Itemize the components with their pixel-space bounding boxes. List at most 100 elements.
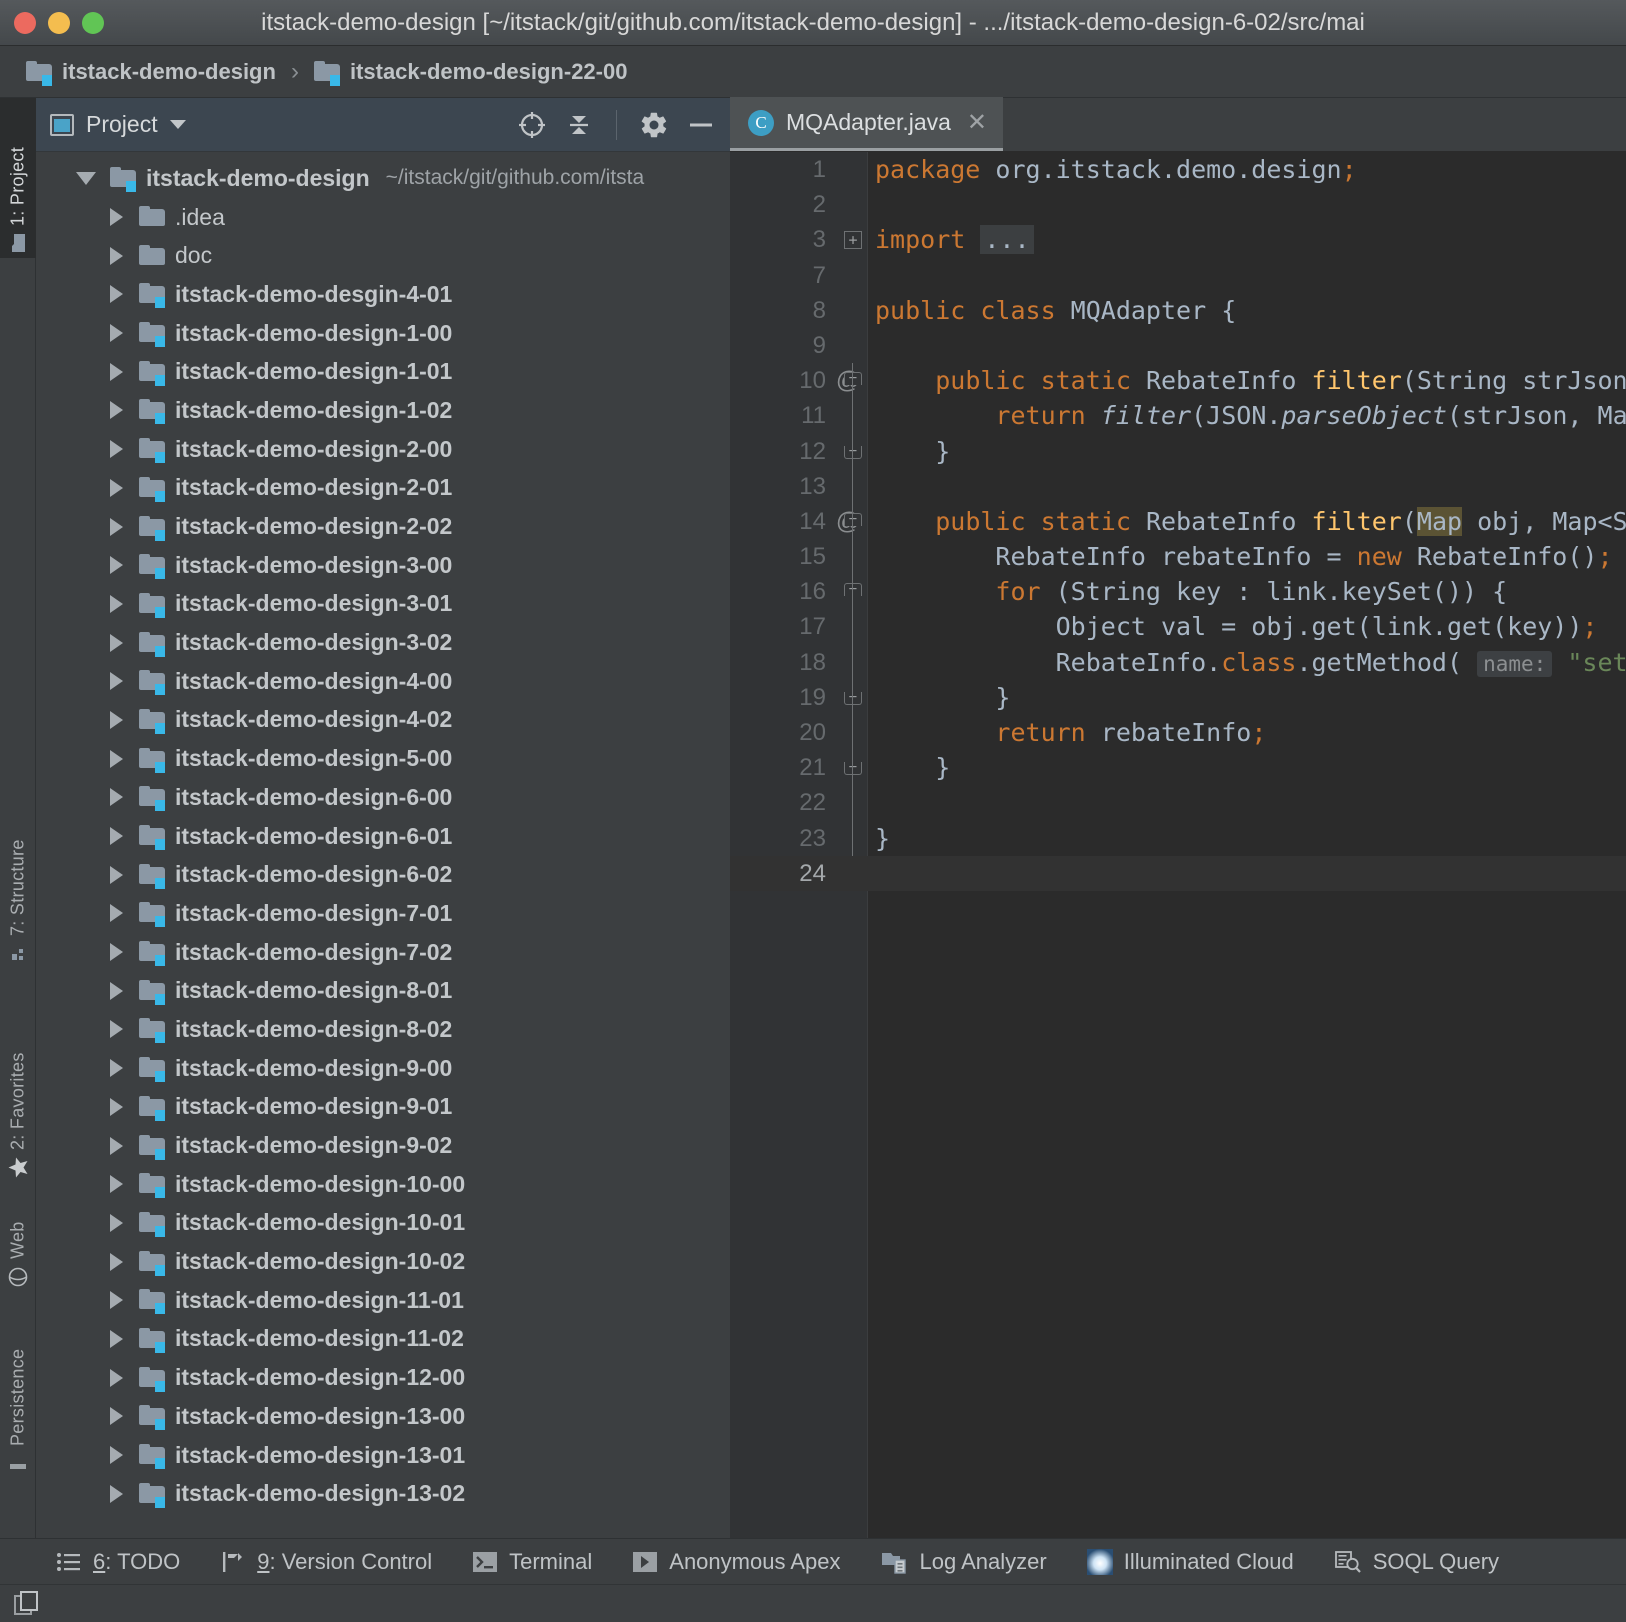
tree-row[interactable]: itstack-demo-design-6-00 bbox=[36, 778, 730, 817]
code-line[interactable]: 15 RebateInfo rebateInfo = new RebateInf… bbox=[730, 539, 1626, 575]
bottom-tool-button-soql-query[interactable]: SOQL Query bbox=[1334, 1549, 1499, 1575]
code-line[interactable]: 11 return filter(JSON.parseObject(strJso… bbox=[730, 398, 1626, 434]
code-line[interactable]: 20 return rebateInfo; bbox=[730, 715, 1626, 751]
chevron-right-icon[interactable] bbox=[110, 865, 123, 884]
bottom-tool-button-log-analyzer[interactable]: Log Analyzer bbox=[881, 1549, 1047, 1575]
chevron-right-icon[interactable] bbox=[110, 672, 123, 691]
scroll-from-source-icon[interactable] bbox=[517, 110, 547, 140]
chevron-right-icon[interactable] bbox=[110, 324, 123, 343]
chevron-right-icon[interactable] bbox=[110, 1136, 123, 1155]
tree-row[interactable]: itstack-demo-design-1-00 bbox=[36, 314, 730, 353]
chevron-right-icon[interactable] bbox=[110, 1484, 123, 1503]
chevron-right-icon[interactable] bbox=[110, 1329, 123, 1348]
bottom-tool-button-terminal[interactable]: Terminal bbox=[472, 1549, 592, 1575]
sidebar-item-persistence[interactable]: Persistence bbox=[0, 1298, 36, 1478]
tree-row[interactable]: itstack-demo-design-2-00 bbox=[36, 430, 730, 469]
chevron-right-icon[interactable] bbox=[110, 401, 123, 420]
tree-row[interactable]: itstack-demo-design-13-02 bbox=[36, 1474, 730, 1513]
chevron-right-icon[interactable] bbox=[110, 710, 123, 729]
code-line[interactable]: 23} bbox=[730, 820, 1626, 856]
chevron-right-icon[interactable] bbox=[110, 556, 123, 575]
tree-row[interactable]: doc bbox=[36, 236, 730, 275]
tree-row[interactable]: itstack-demo-design-7-02 bbox=[36, 933, 730, 972]
code-line[interactable]: 7 bbox=[730, 258, 1626, 293]
tree-row[interactable]: itstack-demo-design-3-01 bbox=[36, 585, 730, 624]
chevron-right-icon[interactable] bbox=[110, 1020, 123, 1039]
tree-row[interactable]: itstack-demo-design-10-01 bbox=[36, 1204, 730, 1243]
minimize-button[interactable] bbox=[48, 11, 70, 34]
sidebar-item-web[interactable]: Web bbox=[0, 1188, 36, 1293]
tree-row[interactable]: itstack-demo-design-2-02 bbox=[36, 507, 730, 546]
project-view-selector[interactable]: Project bbox=[50, 111, 186, 138]
fold-collapse-icon[interactable]: − bbox=[844, 582, 862, 597]
chevron-down-icon[interactable] bbox=[76, 171, 96, 185]
chevron-right-icon[interactable] bbox=[110, 1252, 123, 1271]
chevron-right-icon[interactable] bbox=[110, 904, 123, 923]
window-controls[interactable] bbox=[0, 11, 104, 34]
bottom-tool-button-6-todo[interactable]: 6: TODO bbox=[56, 1549, 180, 1575]
chevron-right-icon[interactable] bbox=[110, 1059, 123, 1078]
tree-row[interactable]: itstack-demo-design-4-02 bbox=[36, 701, 730, 740]
tree-row[interactable]: itstack-demo-design-8-02 bbox=[36, 1010, 730, 1049]
tree-row[interactable]: itstack-demo-design-12-00 bbox=[36, 1358, 730, 1397]
chevron-right-icon[interactable] bbox=[110, 208, 123, 227]
tree-row[interactable]: itstack-demo-design-7-01 bbox=[36, 894, 730, 933]
sidebar-item-favorites[interactable]: 2: Favorites bbox=[0, 998, 36, 1183]
fold-expand-icon[interactable]: + bbox=[844, 231, 862, 250]
project-tree[interactable]: itstack-demo-design ~/itstack/git/github.… bbox=[36, 152, 730, 1513]
fold-collapse-icon[interactable]: − bbox=[844, 512, 862, 526]
chevron-right-icon[interactable] bbox=[110, 1291, 123, 1310]
chevron-right-icon[interactable] bbox=[110, 362, 123, 381]
chevron-right-icon[interactable] bbox=[110, 285, 123, 304]
code-line[interactable]: 14@− public static RebateInfo filter(Map… bbox=[730, 503, 1626, 540]
tree-row[interactable]: itstack-demo-design-10-00 bbox=[36, 1165, 730, 1204]
bottom-tool-button-illuminated-cloud[interactable]: Illuminated Cloud bbox=[1086, 1548, 1294, 1575]
tree-row[interactable]: itstack-demo-design-9-02 bbox=[36, 1126, 730, 1165]
tree-row[interactable]: itstack-demo-design-4-00 bbox=[36, 662, 730, 701]
tree-row[interactable]: itstack-demo-design-8-01 bbox=[36, 971, 730, 1010]
code-line[interactable]: 17 Object val = obj.get(link.get(key)); bbox=[730, 609, 1626, 645]
chevron-right-icon[interactable] bbox=[110, 749, 123, 768]
chevron-right-icon[interactable] bbox=[110, 440, 123, 459]
code-line[interactable]: 8 public class MQAdapter { bbox=[730, 293, 1626, 328]
toggle-tool-windows-icon[interactable] bbox=[14, 1590, 40, 1617]
fold-end-icon[interactable]: − bbox=[844, 444, 862, 459]
chevron-right-icon[interactable] bbox=[110, 827, 123, 846]
tree-row[interactable]: itstack-demo-design-13-01 bbox=[36, 1436, 730, 1475]
breadcrumb-item-project[interactable]: itstack-demo-design bbox=[26, 59, 276, 86]
breadcrumb-item-module[interactable]: itstack-demo-design-22-00 bbox=[313, 59, 627, 86]
tree-row[interactable]: itstack-demo-design-13-00 bbox=[36, 1397, 730, 1436]
tree-row[interactable]: itstack-demo-design-1-02 bbox=[36, 391, 730, 430]
chevron-right-icon[interactable] bbox=[110, 788, 123, 807]
bottom-tool-button-9-version-control[interactable]: 9: Version Control bbox=[220, 1549, 432, 1575]
chevron-right-icon[interactable] bbox=[110, 1407, 123, 1426]
chevron-right-icon[interactable] bbox=[110, 981, 123, 1000]
sidebar-item-project[interactable]: 1: Project bbox=[0, 98, 36, 258]
fold-collapse-icon[interactable]: − bbox=[844, 371, 862, 386]
close-icon[interactable]: ✕ bbox=[963, 110, 987, 135]
sidebar-item-structure[interactable]: 7: Structure bbox=[0, 798, 36, 966]
code-line[interactable]: 22 bbox=[730, 785, 1626, 821]
tree-row[interactable]: itstack-demo-design-3-00 bbox=[36, 546, 730, 585]
chevron-right-icon[interactable] bbox=[110, 246, 123, 265]
code-line[interactable]: 21 − } bbox=[730, 750, 1626, 786]
maximize-button[interactable] bbox=[82, 11, 104, 34]
code-line[interactable]: 16 − for (String key : link.keySet()) { bbox=[730, 574, 1626, 610]
fold-end-icon[interactable]: − bbox=[844, 760, 862, 776]
code-line[interactable]: 24 bbox=[730, 855, 1626, 891]
tree-row[interactable]: itstack-demo-design-11-01 bbox=[36, 1281, 730, 1320]
tree-row[interactable]: itstack-demo-design-1-01 bbox=[36, 352, 730, 391]
code-line[interactable]: 19 − } bbox=[730, 679, 1626, 715]
code-line[interactable]: 1 package org.itstack.demo.design; bbox=[730, 152, 1626, 187]
collapse-all-icon[interactable] bbox=[564, 110, 594, 140]
chevron-right-icon[interactable] bbox=[110, 1213, 123, 1232]
chevron-right-icon[interactable] bbox=[110, 1175, 123, 1194]
chevron-right-icon[interactable] bbox=[110, 478, 123, 497]
chevron-right-icon[interactable] bbox=[110, 594, 123, 613]
bottom-tool-button-anonymous-apex[interactable]: Anonymous Apex bbox=[632, 1549, 841, 1575]
chevron-right-icon[interactable] bbox=[110, 1368, 123, 1387]
tree-row[interactable]: itstack-demo-design-2-01 bbox=[36, 469, 730, 508]
tree-row[interactable]: .idea bbox=[36, 198, 730, 237]
fold-end-icon[interactable]: − bbox=[844, 690, 862, 705]
close-button[interactable] bbox=[14, 11, 36, 34]
